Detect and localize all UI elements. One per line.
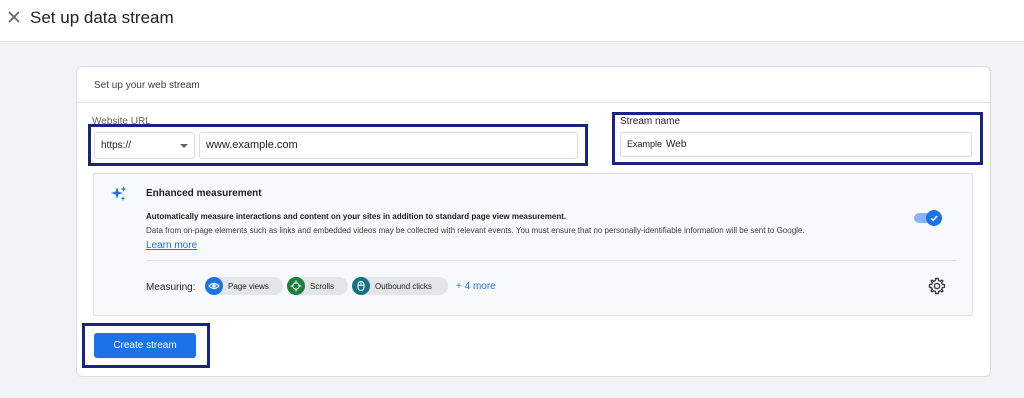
learn-more-link[interactable]: Learn more — [146, 240, 197, 251]
create-stream-button[interactable]: Create stream — [94, 333, 196, 358]
enhanced-measurement-title: Enhanced measurement — [146, 188, 262, 199]
gear-icon[interactable] — [928, 277, 946, 295]
crosshair-icon — [287, 277, 305, 295]
card-header-title: Set up your web stream — [94, 80, 200, 91]
enhanced-measurement-toggle[interactable] — [914, 210, 942, 226]
stream-name-label: Stream name — [620, 116, 681, 127]
page-title: Set up data stream — [30, 8, 174, 27]
sparkle-icon — [110, 185, 128, 203]
panel-divider — [146, 260, 956, 261]
chip-page-views[interactable]: Page views — [205, 277, 283, 295]
chip-outbound-clicks-label: Outbound clicks — [375, 281, 432, 291]
stream-name-value-part1: Example — [627, 139, 663, 149]
check-icon — [930, 215, 938, 222]
stream-name-value-part2: Web — [666, 139, 687, 150]
eye-icon — [205, 277, 223, 295]
mouse-icon — [352, 277, 370, 295]
close-icon[interactable] — [4, 7, 24, 27]
top-bar: Set up data stream — [0, 0, 1024, 42]
chip-scrolls[interactable]: Scrolls — [287, 277, 348, 295]
enhanced-measurement-description-bold: Automatically measure interactions and c… — [146, 212, 567, 221]
chevron-down-icon — [180, 144, 188, 148]
toggle-knob — [926, 210, 942, 226]
more-events-link[interactable]: + 4 more — [456, 281, 496, 292]
stream-name-input[interactable]: Example Web — [620, 132, 972, 157]
chip-page-views-label: Page views — [228, 281, 269, 291]
card-header: Set up your web stream — [77, 67, 990, 103]
protocol-select[interactable]: https:// — [94, 132, 195, 159]
chip-scrolls-label: Scrolls — [310, 281, 335, 291]
enhanced-measurement-description: Data from on-page elements such as links… — [146, 226, 805, 235]
protocol-value: https:// — [101, 140, 132, 151]
website-url-input[interactable]: www.example.com — [199, 132, 578, 159]
measuring-label: Measuring: — [146, 282, 196, 293]
chip-outbound-clicks[interactable]: Outbound clicks — [352, 277, 448, 295]
